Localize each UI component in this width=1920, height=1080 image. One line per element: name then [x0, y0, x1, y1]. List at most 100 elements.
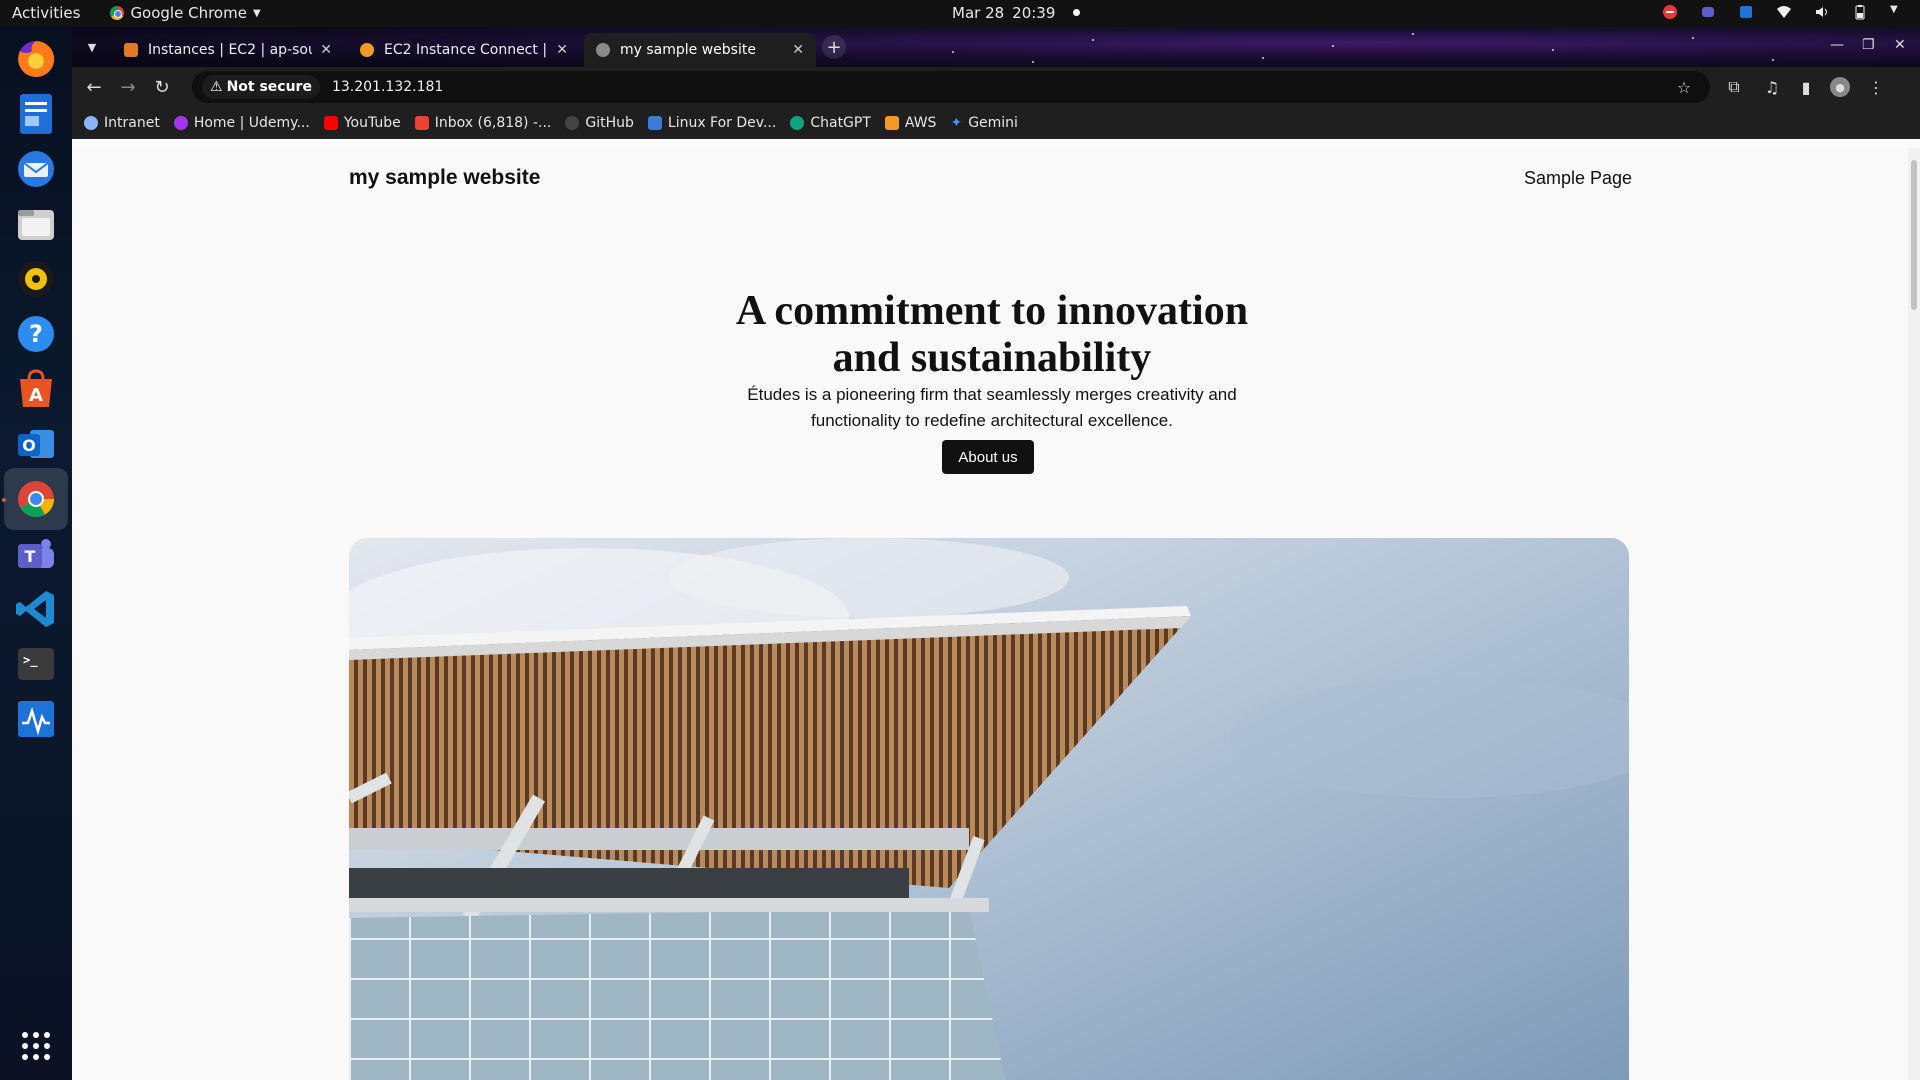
- vscode-icon: [16, 591, 54, 627]
- dock-firefox[interactable]: [12, 35, 60, 83]
- minimize-button[interactable]: —: [1830, 37, 1844, 53]
- youtube-icon: [323, 116, 338, 130]
- rhythmbox-icon: [18, 261, 54, 297]
- back-button[interactable]: ←: [82, 75, 106, 99]
- bookmark-label: Inbox (6,818) -...: [434, 115, 552, 131]
- new-tab-button[interactable]: +: [822, 35, 846, 59]
- activities-button[interactable]: Activities: [12, 4, 80, 22]
- dock-outlook[interactable]: O: [12, 420, 60, 468]
- hero-description-line: Études is a pioneering firm that seamles…: [747, 385, 1237, 404]
- dock-terminal[interactable]: >_: [12, 640, 60, 688]
- arrow-left-icon: ←: [86, 76, 102, 98]
- app-menu[interactable]: Google Chrome ▼: [110, 4, 261, 22]
- address-bar[interactable]: ⚠ Not secure 13.201.132.181: [192, 71, 1710, 103]
- nav-link-sample-page[interactable]: Sample Page: [1524, 168, 1632, 189]
- bookmark-label: Gemini: [968, 115, 1018, 131]
- plus-icon: +: [826, 36, 842, 58]
- profile-avatar[interactable]: ●: [1830, 77, 1850, 97]
- dock-files[interactable]: [12, 200, 60, 248]
- dock-help[interactable]: ?: [12, 310, 60, 358]
- bookmark-linux-for-dev[interactable]: Linux For Dev...: [647, 115, 777, 131]
- chrome-menu-button[interactable]: ⋮: [1866, 77, 1886, 97]
- tab-ec2-instances[interactable]: Instances | EC2 | ap-south ✕: [112, 33, 344, 67]
- dock-document-viewer[interactable]: [12, 90, 60, 138]
- bookmark-gmail[interactable]: Inbox (6,818) -...: [414, 115, 552, 131]
- files-icon: [18, 210, 54, 240]
- chrome-icon: [110, 6, 125, 20]
- globe-icon: [596, 43, 610, 57]
- bookmark-label: Linux For Dev...: [667, 115, 777, 131]
- tab-my-sample-website[interactable]: my sample website ✕: [584, 33, 816, 67]
- bookmark-label: YouTube: [343, 115, 401, 131]
- web-page: my sample website Sample Page A commitme…: [72, 148, 1908, 1080]
- do-not-disturb-icon[interactable]: [1662, 4, 1678, 20]
- dock-thunderbird[interactable]: [12, 145, 60, 193]
- page-scrollbar[interactable]: [1908, 148, 1920, 1080]
- maximize-button[interactable]: ❐: [1862, 37, 1875, 53]
- bookmark-chatgpt[interactable]: ChatGPT: [790, 115, 871, 131]
- bookmark-label: AWS: [904, 115, 937, 131]
- running-indicator: [2, 498, 6, 502]
- svg-text:A: A: [29, 385, 43, 406]
- app-grid-icon: [22, 1032, 50, 1060]
- tab-ec2-instance-connect[interactable]: EC2 Instance Connect | a ✕: [348, 33, 580, 67]
- media-control-button[interactable]: ♫: [1762, 77, 1782, 97]
- tab-title: Instances | EC2 | ap-south: [148, 42, 312, 58]
- battery-icon[interactable]: [1852, 4, 1868, 20]
- close-window-button[interactable]: ✕: [1894, 37, 1906, 53]
- tab-title: EC2 Instance Connect | a: [384, 42, 549, 58]
- side-panel-icon: ▮: [1801, 77, 1811, 97]
- document-icon: [20, 94, 52, 134]
- link-icon: [84, 116, 98, 130]
- dock-system-monitor[interactable]: [12, 695, 60, 743]
- power-menu-icon[interactable]: ▼: [1890, 4, 1906, 20]
- chevron-down-icon: ▼: [252, 7, 261, 19]
- reload-icon: ↻: [154, 76, 170, 98]
- reload-button[interactable]: ↻: [150, 75, 174, 99]
- bookmark-udemy[interactable]: Home | Udemy...: [173, 115, 310, 131]
- clock[interactable]: Mar 28 20:39: [952, 4, 1081, 22]
- dock-app-center[interactable]: A: [12, 365, 60, 413]
- bookmark-github[interactable]: GitHub: [565, 115, 634, 131]
- bookmark-youtube[interactable]: YouTube: [323, 115, 401, 131]
- scrollbar-thumb[interactable]: [1911, 160, 1917, 310]
- star-icon: ☆: [1676, 77, 1692, 97]
- site-title-link[interactable]: my sample website: [349, 166, 540, 190]
- system-tray[interactable]: ▼: [1662, 4, 1906, 20]
- outlook-tray-icon[interactable]: [1738, 4, 1754, 20]
- close-icon[interactable]: ✕: [792, 42, 804, 58]
- hero-description-line: functionality to redefine architectural …: [811, 411, 1173, 430]
- bookmark-star-button[interactable]: ☆: [1674, 77, 1694, 97]
- system-monitor-icon: [18, 701, 54, 737]
- close-icon[interactable]: ✕: [320, 42, 332, 58]
- app-center-icon: A: [20, 369, 52, 407]
- bookmark-label: Intranet: [104, 115, 160, 131]
- aws-icon: [360, 43, 374, 57]
- extensions-button[interactable]: ⧉: [1724, 77, 1744, 97]
- about-us-button[interactable]: About us: [942, 440, 1034, 474]
- bookmark-gemini[interactable]: ✦ Gemini: [950, 115, 1018, 131]
- side-panel-button[interactable]: ▮: [1796, 77, 1816, 97]
- tab-search-button[interactable]: ▼: [80, 35, 104, 59]
- tab-title: my sample website: [620, 42, 756, 58]
- security-label: Not secure: [226, 79, 312, 95]
- volume-icon[interactable]: [1814, 4, 1830, 20]
- dock-chrome[interactable]: [4, 468, 68, 530]
- bookmark-aws[interactable]: AWS: [884, 115, 937, 131]
- udemy-icon: [173, 116, 188, 130]
- svg-text:O: O: [22, 436, 36, 455]
- dock-vscode[interactable]: [12, 585, 60, 633]
- teams-tray-icon[interactable]: [1700, 4, 1716, 20]
- close-icon[interactable]: ✕: [556, 42, 568, 58]
- avatar-icon: ●: [1835, 80, 1845, 94]
- chrome-window: ▼ Instances | EC2 | ap-south ✕ EC2 Insta…: [72, 27, 1920, 1080]
- show-apps-button[interactable]: [12, 1022, 60, 1070]
- dock-rhythmbox[interactable]: [12, 255, 60, 303]
- bookmark-intranet[interactable]: Intranet: [84, 115, 160, 131]
- dock-teams[interactable]: T: [12, 530, 60, 578]
- clock-date: Mar 28: [952, 4, 1005, 22]
- svg-text:?: ?: [29, 320, 43, 348]
- site-info-button[interactable]: ⚠ Not secure: [202, 75, 320, 99]
- wifi-icon[interactable]: [1776, 4, 1792, 20]
- forward-button[interactable]: →: [116, 75, 140, 99]
